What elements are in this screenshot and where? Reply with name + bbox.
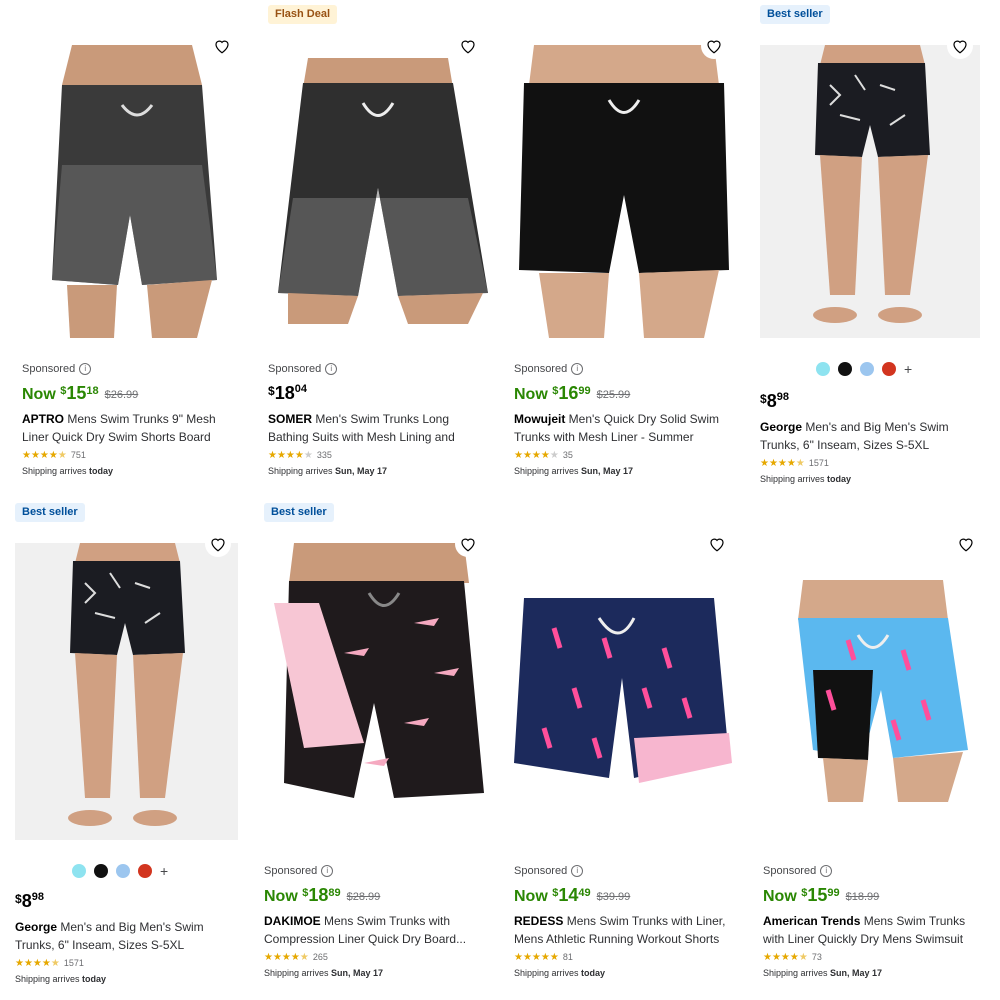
now-price: Now $1599	[763, 885, 840, 905]
favorite-heart-icon[interactable]	[209, 33, 235, 59]
sponsored-label: Sponsored i	[264, 864, 486, 878]
stars-icon: ★★★★★	[514, 449, 559, 461]
best-seller-badge: Best seller	[264, 503, 334, 522]
favorite-heart-icon[interactable]	[947, 33, 973, 59]
was-price: $26.99	[104, 389, 139, 401]
info-icon[interactable]: i	[321, 865, 334, 877]
was-price: $39.99	[596, 891, 631, 903]
color-swatch[interactable]	[882, 362, 896, 376]
price: Now $1518 $26.99	[22, 382, 244, 406]
info-icon[interactable]: i	[79, 363, 92, 375]
info-icon[interactable]: i	[820, 865, 833, 877]
sponsored-label: Sponsored i	[763, 864, 985, 878]
product-image[interactable]	[514, 598, 734, 786]
rating: ★★★★★ 335	[268, 449, 332, 461]
product-title[interactable]: George Men's and Big Men's Swim Trunks, …	[760, 418, 982, 454]
favorite-heart-icon[interactable]	[455, 531, 481, 557]
product-image[interactable]	[22, 45, 238, 338]
color-swatches: +	[816, 362, 912, 376]
stars-icon: ★★★★★	[264, 951, 309, 963]
product-title[interactable]: American Trends Mens Swim Trunks with Li…	[763, 912, 985, 948]
stars-icon: ★★★★★	[15, 957, 60, 969]
was-price: $18.99	[845, 891, 880, 903]
color-swatch[interactable]	[838, 362, 852, 376]
product-image[interactable]	[773, 580, 973, 802]
favorite-heart-icon[interactable]	[953, 531, 979, 557]
now-price: Now $1699	[514, 383, 591, 403]
rating: ★★★★★ 35	[514, 449, 573, 461]
rating: ★★★★★ 265	[264, 951, 328, 963]
shipping-info: Shipping arrives today	[760, 474, 852, 484]
color-swatch[interactable]	[816, 362, 830, 376]
product-image[interactable]	[514, 45, 734, 338]
best-seller-badge: Best seller	[760, 5, 830, 24]
product-title[interactable]: DAKIMOE Mens Swim Trunks with Compressio…	[264, 912, 486, 948]
more-colors-icon[interactable]: +	[160, 864, 168, 878]
product-image[interactable]	[264, 543, 488, 840]
favorite-heart-icon[interactable]	[704, 531, 730, 557]
info-icon[interactable]: i	[325, 363, 338, 375]
favorite-heart-icon[interactable]	[205, 531, 231, 557]
sponsored-label: Sponsored i	[514, 362, 736, 376]
info-icon[interactable]: i	[571, 865, 584, 877]
now-price: Now $1889	[264, 885, 341, 905]
price: Now $1889 $28.99	[264, 884, 486, 908]
color-swatch[interactable]	[72, 864, 86, 878]
stars-icon: ★★★★★	[763, 951, 808, 963]
color-swatches: +	[72, 864, 168, 878]
price: $18 04	[268, 383, 307, 403]
more-colors-icon[interactable]: +	[904, 362, 912, 376]
shipping-info: Shipping arrives Sun, May 17	[268, 466, 388, 476]
now-price: Now $1518	[22, 383, 99, 403]
price: $8 98	[15, 891, 44, 911]
flash-deal-badge: Flash Deal	[268, 5, 338, 24]
sponsored-label: Sponsored i	[268, 362, 490, 376]
price: $8 98	[760, 391, 789, 411]
favorite-heart-icon[interactable]	[701, 33, 727, 59]
product-title[interactable]: REDESS Mens Swim Trunks with Liner, Mens…	[514, 912, 736, 948]
favorite-heart-icon[interactable]	[455, 33, 481, 59]
shipping-info: Shipping arrives Sun, May 17	[763, 968, 883, 978]
stars-icon: ★★★★★	[268, 449, 313, 461]
rating: ★★★★★ 1571	[15, 957, 84, 969]
rating: ★★★★★ 1571	[760, 457, 829, 469]
color-swatch[interactable]	[138, 864, 152, 878]
color-swatch[interactable]	[116, 864, 130, 878]
shipping-info: Shipping arrives Sun, May 17	[514, 466, 634, 476]
product-title[interactable]: George Men's and Big Men's Swim Trunks, …	[15, 918, 237, 954]
stars-icon: ★★★★★	[760, 457, 805, 469]
color-swatch[interactable]	[860, 362, 874, 376]
stars-icon: ★★★★★	[22, 449, 67, 461]
product-title[interactable]: APTRO Mens Swim Trunks 9" Mesh Liner Qui…	[22, 410, 244, 446]
product-image[interactable]	[268, 58, 488, 324]
shipping-info: Shipping arrives today	[514, 968, 606, 978]
price: Now $1449 $39.99	[514, 884, 736, 908]
shipping-info: Shipping arrives Sun, May 17	[264, 968, 384, 978]
product-title[interactable]: Mowujeit Men's Quick Dry Solid Swim Trun…	[514, 410, 736, 446]
shipping-info: Shipping arrives today	[15, 974, 107, 984]
rating: ★★★★★ 81	[514, 951, 573, 963]
product-image[interactable]	[15, 543, 238, 840]
color-swatch[interactable]	[94, 864, 108, 878]
price: Now $1599 $18.99	[763, 884, 985, 908]
sponsored-label: Sponsored i	[22, 362, 244, 376]
was-price: $25.99	[596, 389, 631, 401]
best-seller-badge: Best seller	[15, 503, 85, 522]
product-image[interactable]	[760, 45, 980, 338]
stars-icon: ★★★★★	[514, 951, 559, 963]
info-icon[interactable]: i	[571, 363, 584, 375]
price: Now $1699 $25.99	[514, 382, 736, 406]
shipping-info: Shipping arrives today	[22, 466, 114, 476]
product-title[interactable]: SOMER Men's Swim Trunks Long Bathing Sui…	[268, 410, 490, 446]
rating: ★★★★★ 751	[22, 449, 86, 461]
rating: ★★★★★ 73	[763, 951, 822, 963]
now-price: Now $1449	[514, 885, 591, 905]
sponsored-label: Sponsored i	[514, 864, 736, 878]
was-price: $28.99	[346, 891, 381, 903]
